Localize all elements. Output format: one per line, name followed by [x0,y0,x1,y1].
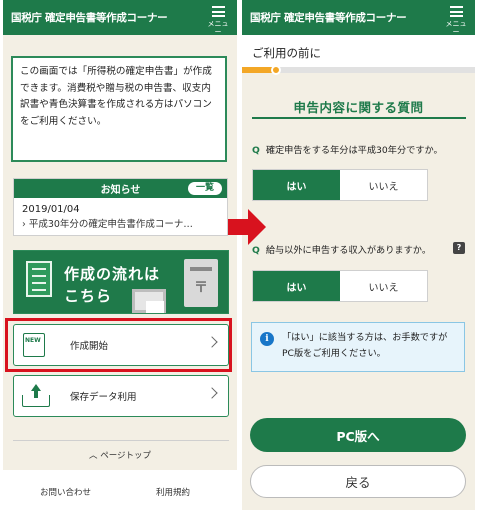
news-panel: お知らせ 一覧 2019/01/04 › 平成30年分の確定申告書作成コーナ… [13,178,228,236]
back-button[interactable]: 戻る [250,465,466,498]
q-mark: Q [252,245,260,256]
contact-link[interactable]: お問い合わせ [40,486,91,498]
app-title: 国税庁 確定申告書等作成コーナー [250,12,407,24]
q1-no-button[interactable]: いいえ [340,170,427,200]
saved-data-label: 保存データ利用 [70,392,137,403]
page-top-label: ページトップ [100,451,152,461]
news-link-text: 平成30年分の確定申告書作成コーナ… [28,219,193,230]
terms-link[interactable]: 利用規約 [156,486,190,498]
info-icon: i [260,332,274,346]
app-header: 国税庁 確定申告書等作成コーナー メニュー [242,0,475,36]
chevron-up-icon: ︿ [88,451,98,461]
q2-no-button[interactable]: いいえ [340,271,427,301]
news-list-button[interactable]: 一覧 [187,182,222,195]
q-mark: Q [252,145,260,156]
section-title: 申告内容に関する質問 [293,100,424,115]
question-2-text: 給与以外に申告する収入がありますか。 [265,245,432,256]
question-1-choices: はい いいえ [252,169,428,201]
app-header: 国税庁 確定申告書等作成コーナー メニュー [3,0,237,36]
question-2-choices: はい いいえ [252,270,428,302]
news-link[interactable]: › 平成30年分の確定申告書作成コーナ… [14,215,227,231]
progress-bar [242,65,475,75]
highlight-frame [5,318,232,372]
q2-yes-button[interactable]: はい [253,271,340,301]
news-title: お知らせ [100,185,141,196]
app-title: 国税庁 確定申告書等作成コーナー [11,12,168,24]
left-screen: 国税庁 確定申告書等作成コーナー メニュー この画面では「所得税の確定申告書」が… [3,0,237,510]
news-header: お知らせ 一覧 [14,179,227,198]
menu-button[interactable]: メニュー [443,6,469,36]
saved-data-button[interactable]: 保存データ利用 [13,375,229,417]
info-text: 「はい」に該当する方は、お手数ですがPC版をご利用ください。 [282,332,448,359]
help-icon[interactable]: ? [453,242,465,254]
chevron-right-icon: › [22,219,26,230]
right-screen: 国税庁 確定申告書等作成コーナー メニュー ご利用の前に 申告内容に関する質問 … [242,0,475,510]
divider [13,440,229,441]
flow-guide-banner[interactable]: 作成の流れは こちら 〒 [13,250,229,314]
postbox-icon: 〒 [184,259,218,307]
postal-mark: 〒 [194,280,208,296]
news-date: 2019/01/04 [22,204,80,215]
q1-yes-button[interactable]: はい [253,170,340,200]
banner-line1: 作成の流れは [64,265,161,283]
menu-label: メニュー [207,19,229,36]
menu-button[interactable]: メニュー [205,6,231,36]
page-corner-decoration [146,301,164,313]
intro-notice: この画面では「所得税の確定申告書」が作成できます。消費税や贈与税の申告書、収支内… [11,56,227,162]
document-icon [26,261,52,297]
question-1: Q 確定申告をする年分は平成30年分ですか。 [252,142,443,156]
section-underline [252,117,466,119]
question-1-text: 確定申告をする年分は平成30年分ですか。 [265,145,443,156]
page-title: ご利用の前に [252,46,321,60]
upload-icon [21,384,51,408]
hamburger-icon [449,6,463,17]
progress-marker [270,65,281,75]
arrow-right-icon [228,209,268,245]
banner-line2: こちら [64,287,113,305]
footer: お問い合わせ 利用規約 [3,470,237,510]
chevron-right-icon [206,387,218,399]
menu-label: メニュー [445,19,467,36]
info-message: i 「はい」に該当する方は、お手数ですがPC版をご利用ください。 [251,322,465,372]
page-top-link[interactable]: ︿ ページトップ [3,449,237,461]
hamburger-icon [211,6,225,17]
pc-version-button[interactable]: PC版へ [250,418,466,452]
question-2: Q 給与以外に申告する収入がありますか。 [252,242,431,256]
